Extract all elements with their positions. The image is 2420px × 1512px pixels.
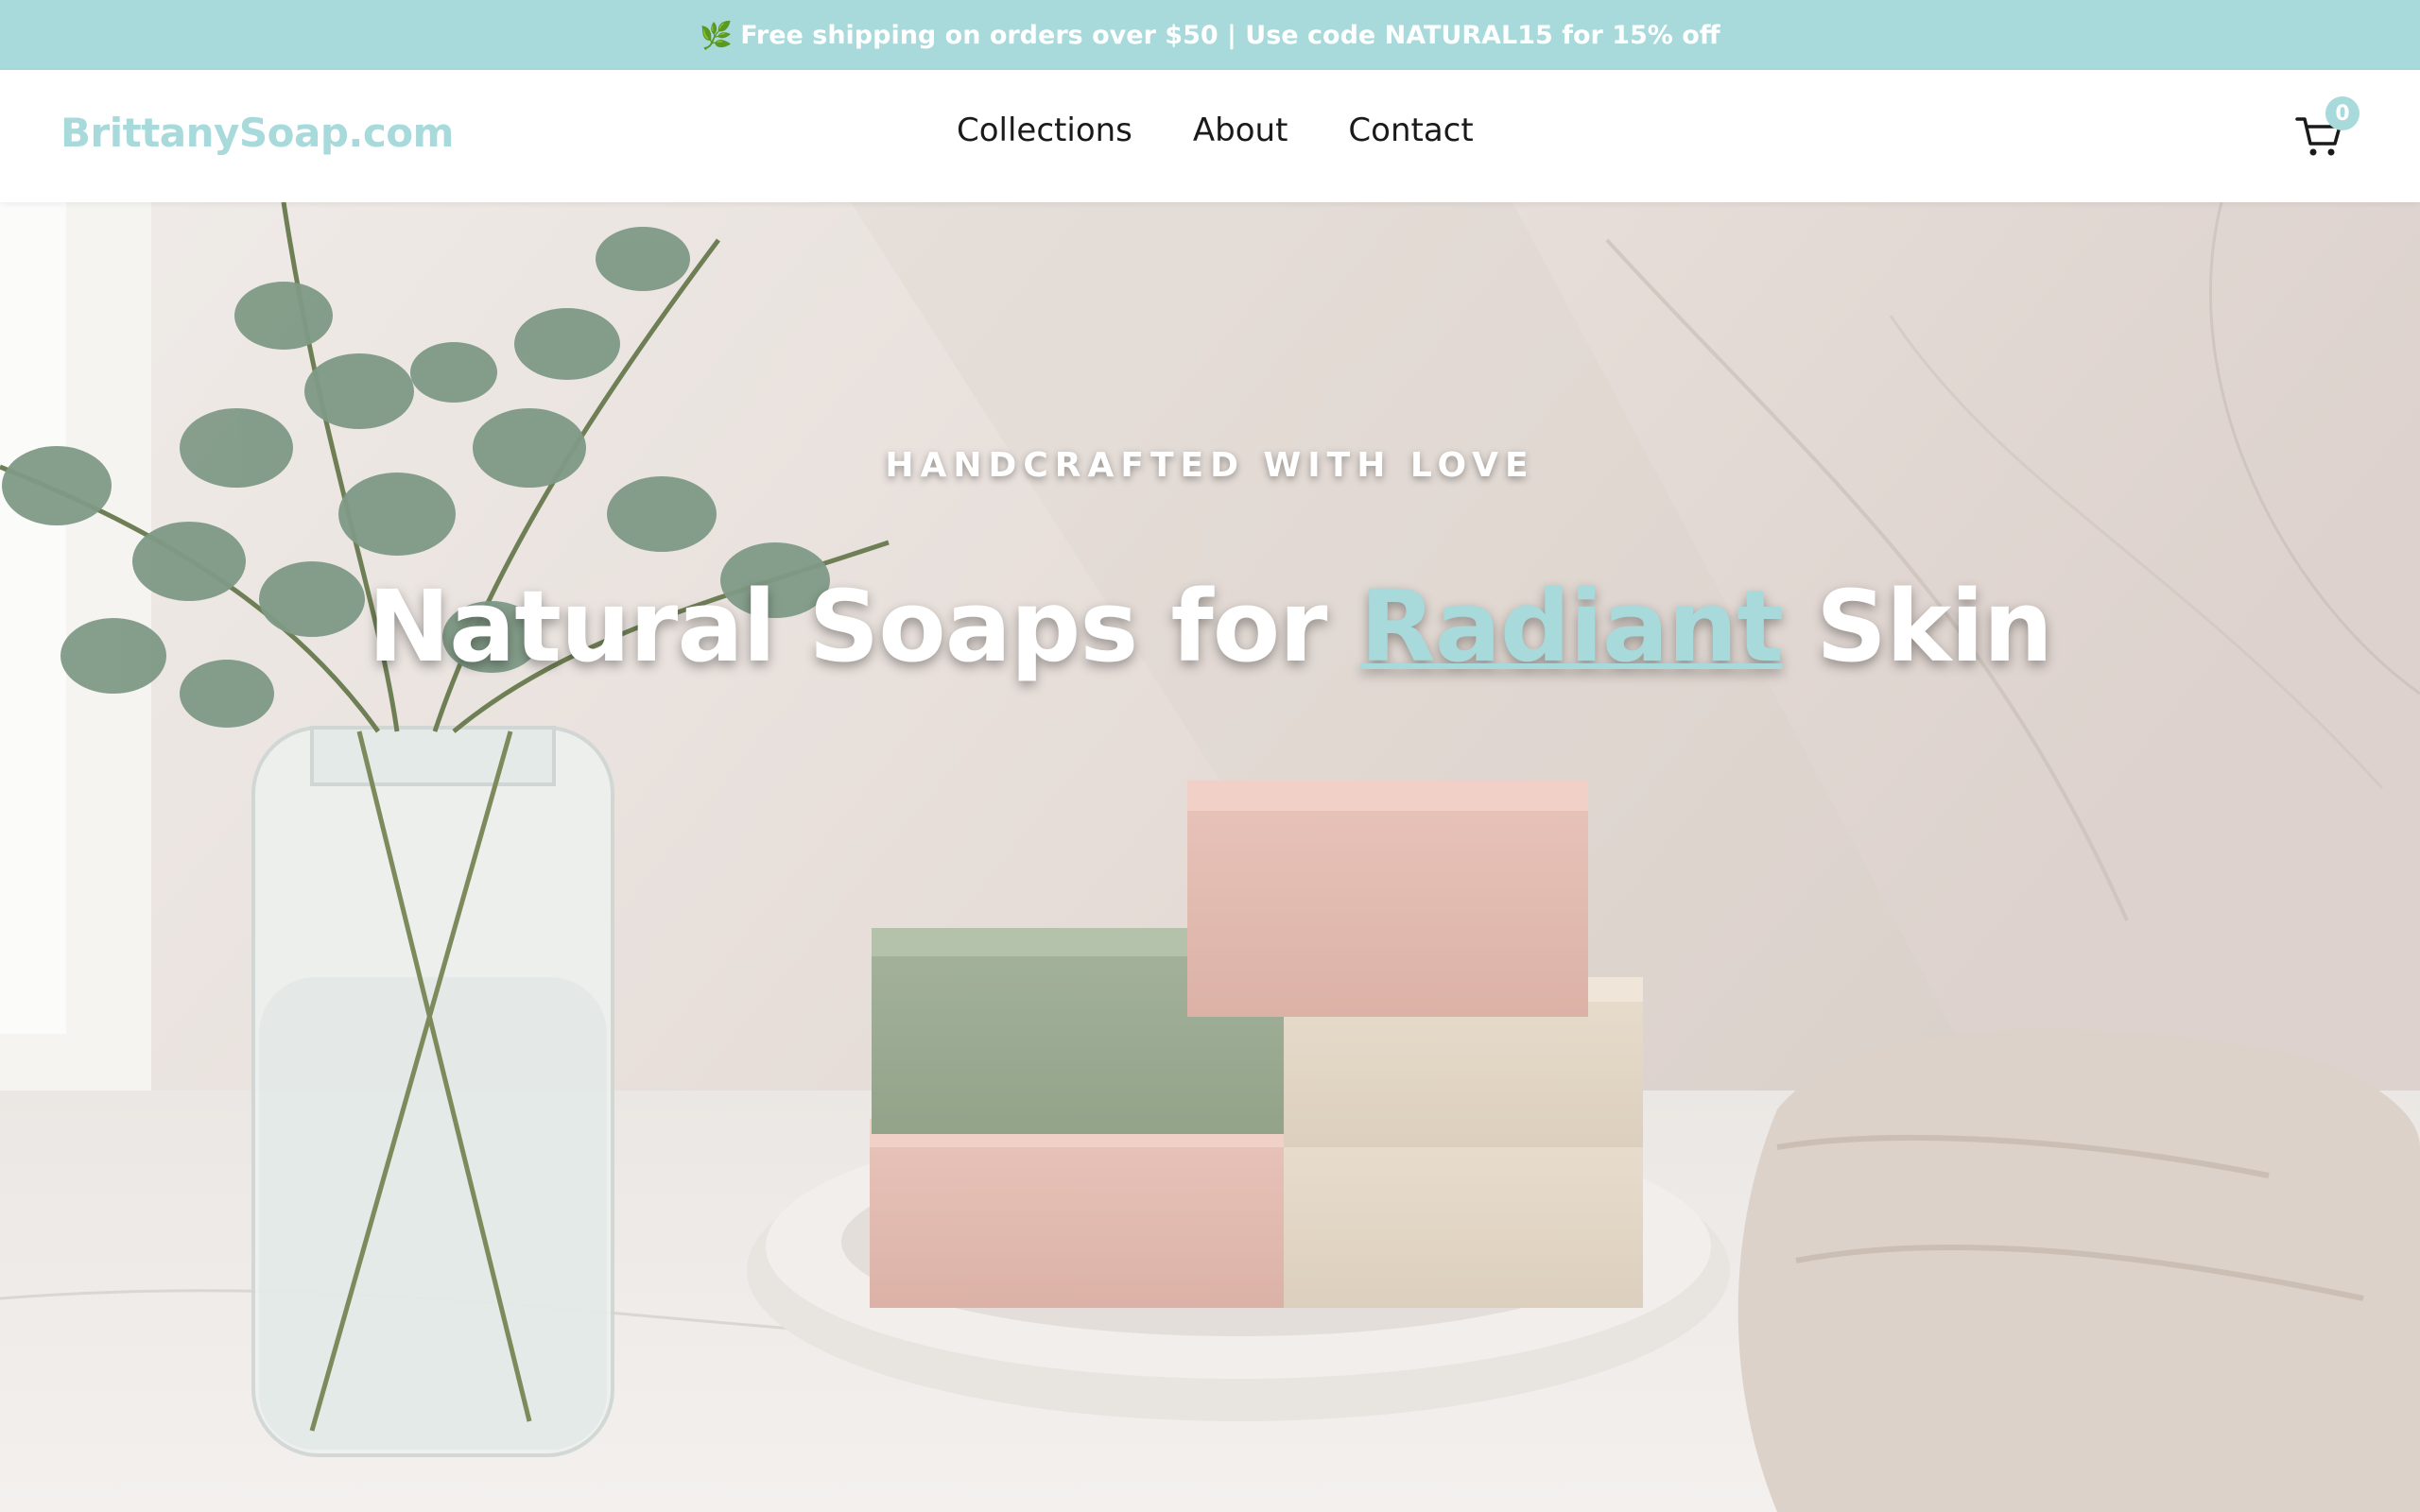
nav-about[interactable]: About <box>1193 112 1288 149</box>
cart-count-badge: 0 <box>2325 96 2360 130</box>
hero-title-start: Natural Soaps for <box>368 569 1327 684</box>
hero-title: Natural Soaps for Radiant Skin <box>0 569 2420 684</box>
hero-title-end: Skin <box>1816 569 2053 684</box>
leaf-icon: 🌿 <box>700 19 734 51</box>
nav-collections[interactable]: Collections <box>957 112 1132 149</box>
hero-title-accent: Radiant <box>1359 569 1784 684</box>
hero-tagline: HANDCRAFTED WITH LOVE <box>885 446 1535 485</box>
nav-contact[interactable]: Contact <box>1348 112 1473 149</box>
cart-button[interactable]: 0 <box>2291 96 2360 161</box>
site-logo[interactable]: BrittanySoap.com <box>60 110 454 156</box>
hero-image <box>0 202 2420 1512</box>
promo-banner: 🌿 Free shipping on orders over $50 | Use… <box>0 0 2420 70</box>
site-header: BrittanySoap.com Collections About Conta… <box>0 70 2420 202</box>
main-nav: Collections About Contact <box>957 112 1474 149</box>
hero-section: HANDCRAFTED WITH LOVE Natural Soaps for … <box>0 202 2420 1512</box>
promo-text: Free shipping on orders over $50 | Use c… <box>740 20 1720 50</box>
